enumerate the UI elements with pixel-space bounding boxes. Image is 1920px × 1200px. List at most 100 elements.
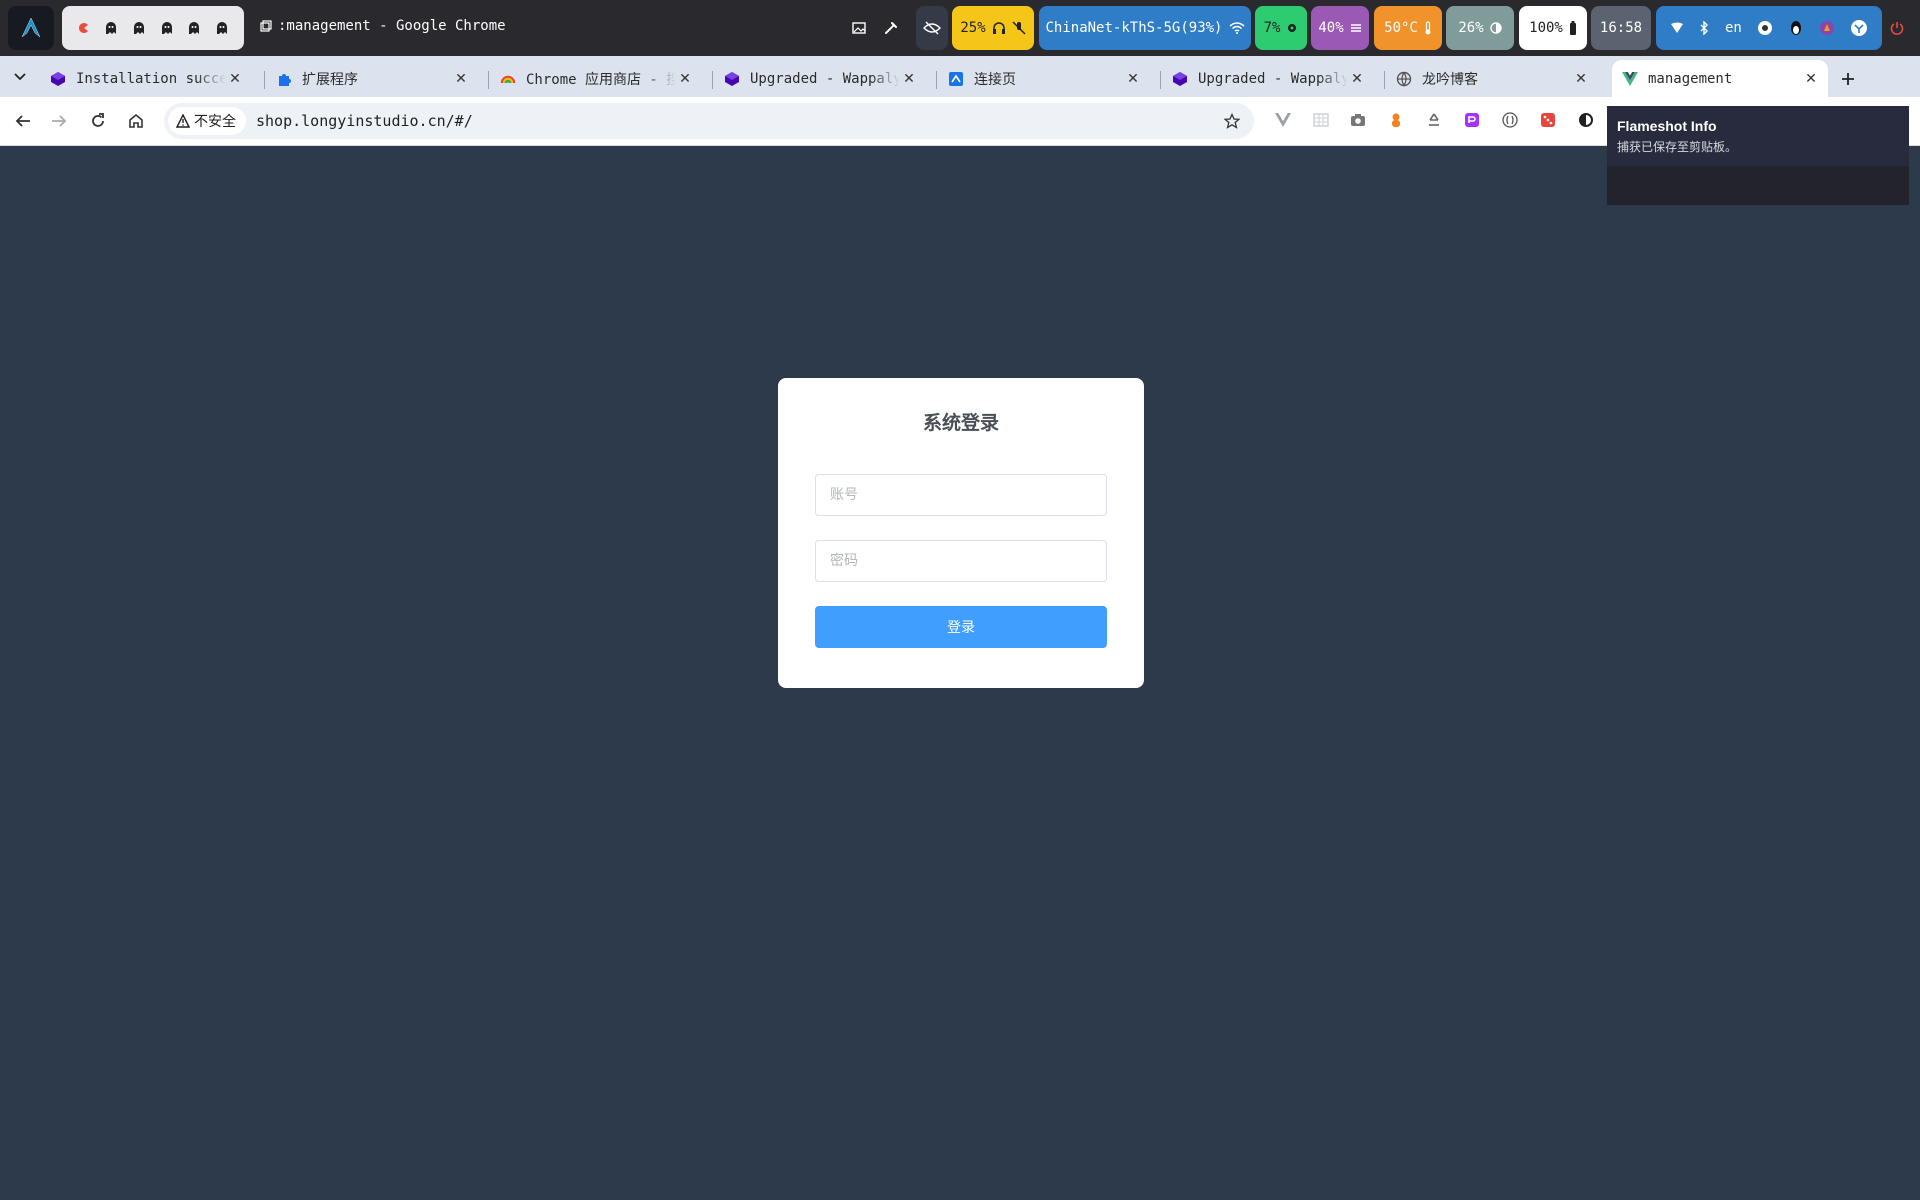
arch-linux-logo[interactable] [8, 6, 54, 50]
battery-indicator[interactable]: 100% [1519, 6, 1587, 50]
app-tray-icon[interactable] [1819, 20, 1835, 36]
network-tray-icon[interactable] [1850, 19, 1868, 37]
close-icon[interactable]: ✕ [1572, 70, 1590, 88]
account-input[interactable] [815, 474, 1107, 516]
tab-chrome-webstore[interactable]: Chrome 应用商店 - 搜 ✕ [490, 60, 702, 97]
workspace-5-ghost-icon[interactable] [187, 21, 201, 35]
password-input[interactable] [815, 540, 1107, 582]
workspace-6-ghost-icon[interactable] [215, 21, 229, 35]
active-window-title: :management - Google Chrome [260, 18, 506, 34]
dark-reader-icon[interactable] [1575, 109, 1597, 131]
tab-upgraded-wappalyzer-2[interactable]: Upgraded - Wappaly ✕ [1162, 60, 1374, 97]
wappalyzer-icon [50, 71, 66, 87]
reload-icon [92, 113, 104, 127]
close-icon[interactable]: ✕ [676, 70, 694, 88]
cpu-value: 7% [1263, 20, 1281, 36]
tab-title: Installation succe [76, 70, 226, 87]
workspace-1-active-icon[interactable] [77, 21, 91, 35]
cpu-indicator[interactable]: 7% [1255, 6, 1307, 50]
qq-penguin-icon[interactable] [1789, 20, 1803, 36]
workspace-2-ghost-icon[interactable] [104, 21, 118, 35]
brightness-indicator[interactable]: 26% [1446, 6, 1514, 50]
tab-divider [936, 71, 937, 89]
login-button[interactable]: 登录 [815, 606, 1107, 648]
tab-divider [1160, 71, 1161, 89]
close-icon[interactable]: ✕ [900, 70, 918, 88]
bookmark-star-button[interactable] [1220, 109, 1244, 133]
warning-triangle-icon [176, 114, 190, 128]
extension-grid-icon[interactable] [1310, 109, 1332, 131]
temperature-indicator[interactable]: 50°C [1374, 6, 1442, 50]
workspace-3-ghost-icon[interactable] [132, 21, 146, 35]
new-tab-button[interactable] [1836, 67, 1860, 91]
url-text[interactable]: shop.longyinstudio.cn/#/ [256, 112, 1220, 130]
home-button[interactable] [124, 109, 148, 133]
tab-title: 扩展程序 [302, 71, 358, 88]
close-icon[interactable]: ✕ [452, 70, 470, 88]
cat-extension-icon[interactable] [1385, 109, 1407, 131]
memory-icon [1350, 24, 1361, 32]
connect-page-icon [948, 71, 964, 87]
bracket-extension-icon[interactable] [1499, 109, 1521, 131]
tab-connect-page[interactable]: 连接页 ✕ [938, 60, 1150, 97]
memory-indicator[interactable]: 40% [1311, 6, 1369, 50]
security-label: 不安全 [194, 114, 236, 130]
memory-value: 40% [1318, 20, 1344, 36]
purple-extension-icon[interactable] [1461, 109, 1483, 131]
clock[interactable]: 16:58 [1591, 6, 1651, 50]
window-icon [260, 20, 272, 32]
tab-installation-success[interactable]: Installation succe ✕ [40, 60, 252, 97]
eye-slash-icon[interactable] [916, 6, 948, 50]
power-icon[interactable] [1886, 17, 1908, 39]
flameshot-notification[interactable]: Flameshot Info 捕获已保存至剪贴板。 [1607, 106, 1909, 205]
security-indicator[interactable]: 不安全 [168, 107, 246, 135]
cpu-icon [1288, 24, 1297, 32]
globe-icon [1396, 71, 1412, 87]
image-icon[interactable] [848, 17, 870, 39]
close-icon[interactable]: ✕ [226, 70, 244, 88]
workspace-4-ghost-icon[interactable] [160, 21, 174, 35]
tab-divider [1384, 71, 1385, 89]
wifi-tray-icon[interactable] [1670, 22, 1684, 34]
forward-button[interactable] [47, 109, 71, 133]
color-picker-icon[interactable] [880, 17, 902, 39]
chevron-down-icon [14, 73, 26, 81]
thermometer-icon [1425, 21, 1431, 35]
home-icon [129, 113, 143, 128]
tab-title: Upgraded - Wappaly [750, 70, 900, 87]
tab-extensions[interactable]: 扩展程序 ✕ [266, 60, 478, 97]
close-icon[interactable]: ✕ [1348, 70, 1366, 88]
camera-icon[interactable] [1347, 109, 1369, 131]
dice-extension-icon[interactable] [1537, 109, 1559, 131]
wappalyzer-icon [724, 71, 740, 87]
tab-title: 龙吟博客 [1422, 71, 1478, 88]
system-tray: en [1656, 6, 1882, 50]
close-icon[interactable]: ✕ [1124, 70, 1142, 88]
tab-divider [712, 71, 713, 89]
extensions-icon [276, 71, 292, 87]
close-icon[interactable]: ✕ [1802, 70, 1820, 88]
vue-devtools-icon[interactable] [1272, 109, 1294, 131]
tab-management[interactable]: management ✕ [1612, 60, 1828, 97]
wifi-indicator[interactable]: ChinaNet-kThS-5G(93%) [1039, 6, 1251, 50]
tab-divider [488, 71, 489, 89]
system-status-bar: :management - Google Chrome 25% ChinaNet… [0, 0, 1920, 56]
clock-time: 16:58 [1599, 20, 1643, 36]
obs-icon[interactable] [1757, 20, 1773, 36]
tab-longyin-blog[interactable]: 龙吟博客 ✕ [1386, 60, 1598, 97]
recycle-icon[interactable] [1423, 109, 1445, 131]
tab-title: 连接页 [974, 71, 1016, 88]
wappalyzer-icon [1172, 71, 1188, 87]
reload-button[interactable] [86, 109, 110, 133]
bluetooth-icon[interactable] [1699, 21, 1709, 35]
language-indicator[interactable]: en [1725, 20, 1742, 36]
tab-upgraded-wappalyzer[interactable]: Upgraded - Wappaly ✕ [714, 60, 926, 97]
volume-value: 25% [960, 20, 986, 36]
address-bar[interactable]: 不安全 shop.longyinstudio.cn/#/ [164, 103, 1254, 139]
tab-search-button[interactable] [8, 65, 32, 89]
battery-value: 100% [1529, 20, 1563, 36]
login-title: 系统登录 [922, 412, 999, 434]
back-button[interactable] [11, 109, 35, 133]
volume-indicator[interactable]: 25% [952, 6, 1034, 50]
wifi-icon [1229, 22, 1244, 34]
